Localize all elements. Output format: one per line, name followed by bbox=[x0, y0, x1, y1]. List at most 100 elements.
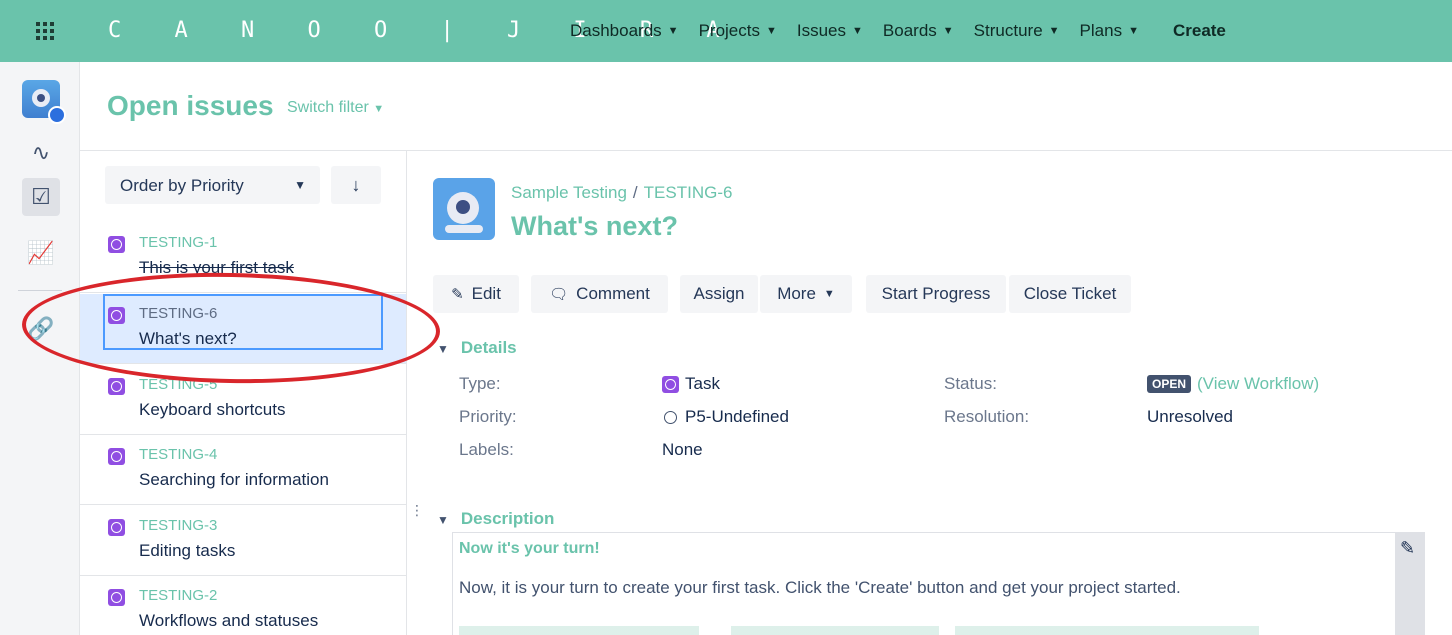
nav-boards[interactable]: Boards ▼ bbox=[883, 21, 954, 41]
chevron-down-icon: ▼ bbox=[942, 25, 954, 37]
app-switcher-icon[interactable] bbox=[36, 22, 54, 40]
panel-resize-handle[interactable]: ⋮ bbox=[410, 502, 424, 519]
task-type-icon bbox=[108, 589, 125, 606]
status-value: OPEN (View Workflow) bbox=[1147, 374, 1319, 394]
project-avatar-icon[interactable] bbox=[22, 80, 66, 124]
breadcrumb-project[interactable]: Sample Testing bbox=[511, 183, 627, 202]
task-type-icon bbox=[108, 236, 125, 253]
details-label: Details bbox=[460, 338, 517, 357]
issue-key: TESTING-4 bbox=[139, 446, 218, 463]
pencil-icon: ✎ bbox=[451, 286, 464, 303]
issue-summary: Keyboard shortcuts bbox=[139, 400, 286, 419]
view-workflow-link[interactable]: (View Workflow) bbox=[1197, 374, 1319, 394]
edit-label: Edit bbox=[471, 284, 501, 303]
issue-list-panel: Order by Priority ▼ ↓ TESTING-1 This is … bbox=[80, 151, 407, 635]
start-progress-button[interactable]: Start Progress bbox=[866, 275, 1006, 313]
issue-summary: This is your first task bbox=[139, 258, 294, 277]
priority-value: P5-Undefined bbox=[664, 407, 789, 427]
type-value-text: Task bbox=[685, 374, 720, 393]
type-label: Type: bbox=[459, 374, 501, 393]
create-button[interactable]: Create bbox=[1173, 21, 1226, 41]
list-item[interactable]: TESTING-1 This is your first task bbox=[80, 223, 406, 293]
issue-summary: Editing tasks bbox=[139, 541, 236, 560]
description-heading: Now it's your turn! bbox=[459, 540, 600, 557]
nav-projects[interactable]: Projects ▼ bbox=[699, 21, 777, 41]
list-item[interactable]: TESTING-3 Editing tasks bbox=[80, 506, 406, 576]
nav-plans-label: Plans bbox=[1079, 21, 1123, 40]
breadcrumb-separator: / bbox=[632, 183, 638, 202]
close-ticket-label: Close Ticket bbox=[1023, 284, 1117, 303]
assign-button[interactable]: Assign bbox=[680, 275, 758, 313]
description-section-toggle[interactable]: ▼ Description bbox=[437, 509, 554, 529]
switch-filter-dropdown[interactable]: Switch filter ▼ bbox=[287, 99, 384, 117]
sidebar-divider bbox=[18, 290, 62, 291]
sort-direction-button[interactable]: ↓ bbox=[331, 166, 381, 204]
nav-dashboards[interactable]: Dashboards ▼ bbox=[570, 21, 679, 41]
chevron-down-icon: ▼ bbox=[294, 178, 306, 192]
nav-issues[interactable]: Issues ▼ bbox=[797, 21, 863, 41]
list-item[interactable]: TESTING-4 Searching for information bbox=[80, 435, 406, 505]
task-type-icon bbox=[108, 448, 125, 465]
chevron-down-icon: ▼ bbox=[1048, 25, 1060, 37]
nav-structure[interactable]: Structure ▼ bbox=[974, 21, 1060, 41]
chevron-down-icon: ▼ bbox=[823, 288, 835, 300]
details-section-toggle[interactable]: ▼ Details bbox=[437, 338, 517, 358]
edit-button[interactable]: ✎ Edit bbox=[433, 275, 519, 313]
switch-filter-label: Switch filter bbox=[287, 99, 369, 116]
list-item[interactable]: TESTING-2 Workflows and statuses bbox=[80, 576, 406, 635]
resolution-label: Resolution: bbox=[944, 407, 1030, 426]
issue-key: TESTING-3 bbox=[139, 517, 218, 534]
description-label: Description bbox=[460, 509, 555, 528]
list-item[interactable]: TESTING-5 Keyboard shortcuts bbox=[80, 365, 406, 435]
status-badge: OPEN bbox=[1147, 375, 1192, 393]
chevron-down-icon: ▼ bbox=[373, 103, 385, 115]
project-sidebar: ∿ ☑ 📈 🔗 bbox=[0, 62, 80, 635]
issue-key: TESTING-6 bbox=[139, 305, 218, 322]
comment-icon: 🗨 bbox=[549, 286, 569, 303]
priority-value-text: P5-Undefined bbox=[685, 407, 789, 426]
pencil-icon[interactable]: ✎ bbox=[1400, 538, 1415, 559]
main-nav: Dashboards ▼ Projects ▼ Issues ▼ Boards ▼ St… bbox=[570, 0, 1226, 62]
more-button[interactable]: More ▼ bbox=[760, 275, 852, 313]
order-by-select[interactable]: Order by Priority ▼ bbox=[105, 166, 320, 204]
start-progress-label: Start Progress bbox=[881, 284, 991, 303]
type-value: Task bbox=[662, 374, 720, 394]
more-label: More bbox=[777, 284, 816, 303]
activity-icon[interactable]: ∿ bbox=[22, 134, 60, 172]
description-cut-off-line bbox=[459, 626, 1259, 635]
chevron-down-icon: ▼ bbox=[1128, 25, 1139, 37]
top-navigation-bar: C A N O O | J I R A Dashboards ▼ Projects… bbox=[0, 0, 1452, 62]
comment-button[interactable]: 🗨 Comment bbox=[531, 275, 668, 313]
issue-summary: Searching for information bbox=[139, 470, 329, 489]
order-by-label: Order by Priority bbox=[120, 176, 244, 195]
issue-summary: What's next? bbox=[139, 329, 237, 348]
nav-issues-label: Issues bbox=[796, 21, 847, 40]
comment-label: Comment bbox=[576, 284, 650, 303]
issue-title: What's next? bbox=[511, 211, 678, 241]
issue-key: TESTING-2 bbox=[139, 587, 218, 604]
chevron-down-icon: ▼ bbox=[765, 25, 777, 37]
reports-icon[interactable]: 📈 bbox=[22, 234, 60, 272]
list-item-selected[interactable]: TESTING-6 What's next? bbox=[80, 294, 406, 364]
nav-boards-label: Boards bbox=[882, 21, 937, 40]
breadcrumb: Sample Testing / TESTING-6 bbox=[511, 183, 732, 203]
nav-structure-label: Structure bbox=[973, 21, 1043, 40]
chevron-down-icon: ▼ bbox=[437, 513, 449, 527]
assign-label: Assign bbox=[693, 284, 745, 303]
status-label: Status: bbox=[944, 374, 997, 393]
issue-key: TESTING-5 bbox=[139, 376, 218, 393]
issues-board-icon[interactable]: ☑ bbox=[22, 178, 60, 216]
task-type-icon bbox=[662, 375, 679, 393]
chevron-down-icon: ▼ bbox=[667, 25, 679, 37]
issue-key: TESTING-1 bbox=[139, 234, 218, 251]
breadcrumb-issue-key[interactable]: TESTING-6 bbox=[644, 183, 733, 202]
nav-projects-label: Projects bbox=[698, 21, 760, 40]
link-icon[interactable]: 🔗 bbox=[22, 310, 60, 348]
priority-label: Priority: bbox=[459, 407, 517, 426]
close-ticket-button[interactable]: Close Ticket bbox=[1009, 275, 1131, 313]
nav-plans[interactable]: Plans ▼ bbox=[1080, 21, 1139, 41]
project-avatar-icon bbox=[433, 178, 495, 240]
issue-summary: Workflows and statuses bbox=[139, 611, 319, 630]
nav-dashboards-label: Dashboards bbox=[570, 21, 662, 40]
task-type-icon bbox=[108, 378, 125, 395]
